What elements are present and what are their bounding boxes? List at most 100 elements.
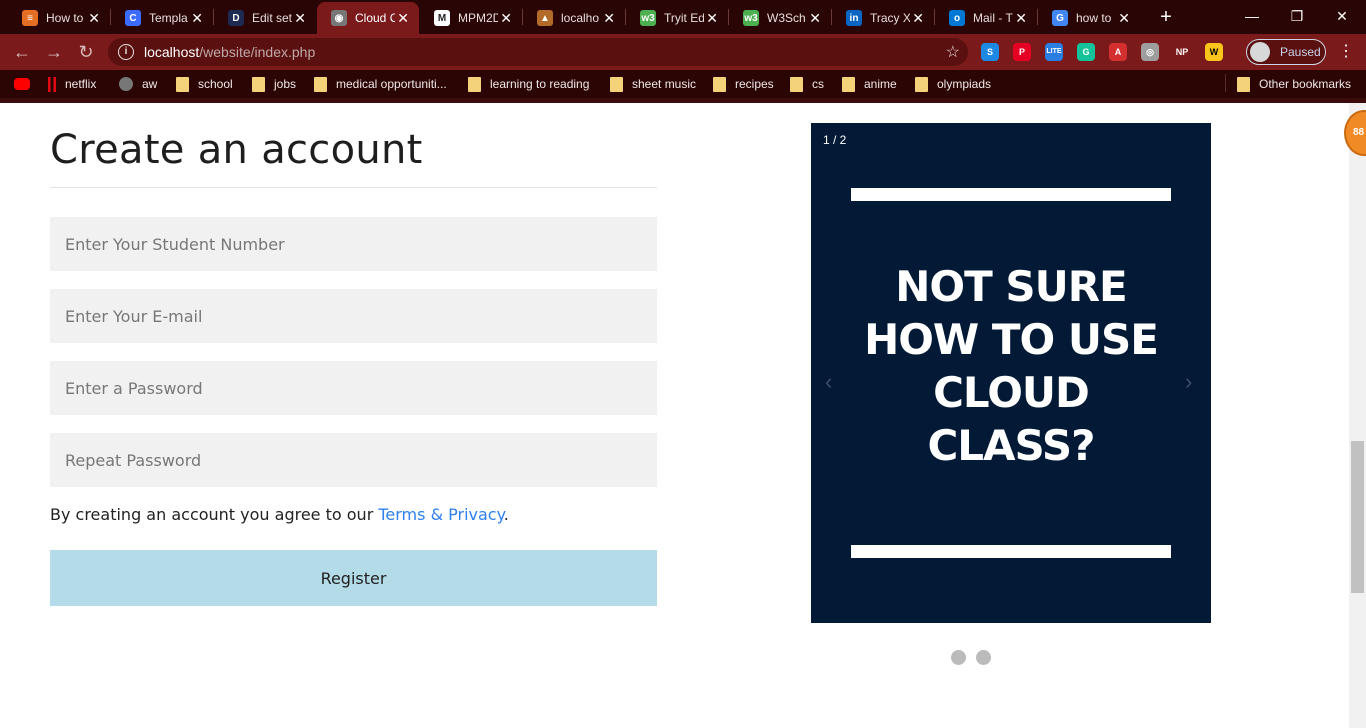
profile-status: Paused bbox=[1280, 45, 1321, 59]
restore-button[interactable]: ❐ bbox=[1285, 4, 1309, 28]
browser-chrome: ≡ How to ✕ C Templa ✕ D Edit set ✕ ◉ Cloud C ✕ M MPM2… bbox=[0, 0, 1366, 103]
browser-menu-icon[interactable]: ⋮ bbox=[1338, 42, 1354, 62]
page-content: Create an account By creating an account… bbox=[0, 103, 1366, 728]
close-tab-icon[interactable]: ✕ bbox=[1015, 10, 1027, 27]
extension-icon[interactable]: LITE bbox=[1045, 43, 1063, 61]
folder-icon bbox=[842, 76, 855, 92]
prev-slide-icon[interactable]: ‹ bbox=[825, 369, 832, 395]
tab-separator bbox=[522, 9, 523, 25]
bookmark-item[interactable]: cs bbox=[790, 76, 824, 92]
close-tab-icon[interactable]: ✕ bbox=[809, 10, 821, 27]
tab-separator bbox=[110, 9, 111, 25]
back-button[interactable]: ← bbox=[10, 40, 34, 64]
close-tab-icon[interactable]: ✕ bbox=[191, 10, 203, 27]
favicon-icon: w3 bbox=[640, 10, 656, 26]
extension-icon[interactable]: S bbox=[981, 43, 999, 61]
close-tab-icon[interactable]: ✕ bbox=[294, 10, 306, 27]
folder-icon bbox=[314, 76, 327, 92]
favicon-icon: o bbox=[949, 10, 965, 26]
slide-dot[interactable] bbox=[976, 650, 991, 665]
tab[interactable]: ◉ Cloud C ✕ bbox=[317, 2, 419, 34]
tab-separator bbox=[934, 9, 935, 25]
scrollbar[interactable] bbox=[1349, 103, 1366, 728]
forward-button[interactable]: → bbox=[42, 40, 66, 64]
tab[interactable]: in Tracy X ✕ bbox=[832, 2, 934, 34]
bookmark-item[interactable]: olympiads bbox=[915, 76, 991, 92]
site-info-icon[interactable]: i bbox=[118, 44, 134, 60]
tab-separator bbox=[625, 9, 626, 25]
scrollbar-thumb[interactable] bbox=[1351, 441, 1364, 593]
extension-icon[interactable]: G bbox=[1077, 43, 1095, 61]
tab[interactable]: M MPM2D ✕ bbox=[420, 2, 522, 34]
bookmark-item[interactable] bbox=[14, 76, 39, 92]
tab[interactable]: w3 Tryit Ed ✕ bbox=[626, 2, 728, 34]
terms-prefix: By creating an account you agree to our bbox=[50, 505, 379, 524]
bookmark-other[interactable]: Other bookmarks bbox=[1237, 76, 1351, 92]
bookmark-divider bbox=[1225, 74, 1226, 92]
extension-icon[interactable]: ◎ bbox=[1141, 43, 1159, 61]
favicon-icon: ≡ bbox=[22, 10, 38, 26]
tab[interactable]: o Mail - T ✕ bbox=[935, 2, 1037, 34]
repeat-password-input[interactable] bbox=[50, 433, 657, 487]
bookmark-star-icon[interactable]: ☆ bbox=[946, 42, 960, 62]
bookmark-item[interactable]: recipes bbox=[713, 76, 774, 92]
page-title: Create an account bbox=[50, 127, 423, 173]
bookmark-item[interactable]: medical opportuniti... bbox=[314, 76, 447, 92]
minimize-button[interactable]: — bbox=[1240, 4, 1264, 28]
close-tab-icon[interactable]: ✕ bbox=[912, 10, 924, 27]
close-tab-icon[interactable]: ✕ bbox=[397, 10, 409, 27]
tab[interactable]: Ghow to ✕ bbox=[1038, 2, 1140, 34]
address-bar[interactable]: i localhost/website/index.php ☆ bbox=[108, 38, 968, 66]
extension-icon[interactable]: A bbox=[1109, 43, 1127, 61]
tab[interactable]: C Templa ✕ bbox=[111, 2, 213, 34]
bookmark-label: aw bbox=[142, 77, 158, 91]
terms-suffix: . bbox=[503, 505, 509, 524]
slide-dot[interactable] bbox=[951, 650, 966, 665]
close-tab-icon[interactable]: ✕ bbox=[603, 10, 615, 27]
reload-button[interactable]: ↻ bbox=[74, 40, 98, 64]
youtube-icon bbox=[14, 78, 30, 90]
tab-title: Tracy X bbox=[870, 11, 910, 25]
folder-icon bbox=[713, 76, 726, 92]
extension-icon[interactable]: NP bbox=[1173, 43, 1191, 61]
tab[interactable]: ▲ localho ✕ bbox=[523, 2, 625, 34]
terms-link[interactable]: Terms & Privacy bbox=[378, 505, 503, 524]
profile-button[interactable]: Paused bbox=[1246, 39, 1326, 65]
bookmark-item[interactable]: anime bbox=[842, 76, 897, 92]
tab[interactable]: w3 W3Sch ✕ bbox=[729, 2, 831, 34]
bookmark-item[interactable]: aw bbox=[119, 76, 157, 92]
slide-bottom-bar bbox=[851, 545, 1171, 558]
headline-line: CLOUD bbox=[933, 368, 1090, 417]
extension-icon[interactable]: P bbox=[1013, 43, 1031, 61]
bookmark-label: school bbox=[198, 77, 233, 91]
tab-title: Templa bbox=[149, 11, 188, 25]
tab-title: localho bbox=[561, 11, 600, 25]
netflix-icon bbox=[48, 76, 56, 92]
new-tab-button[interactable]: + bbox=[1155, 4, 1177, 30]
url-text: localhost/website/index.php bbox=[144, 44, 315, 60]
close-tab-icon[interactable]: ✕ bbox=[706, 10, 718, 27]
bookmark-label: netflix bbox=[65, 77, 97, 91]
tab[interactable]: D Edit set ✕ bbox=[214, 2, 316, 34]
close-tab-icon[interactable]: ✕ bbox=[1118, 10, 1130, 27]
student-number-input[interactable] bbox=[50, 217, 657, 271]
bookmark-item[interactable]: netflix bbox=[48, 76, 96, 92]
tab[interactable]: ≡ How to ✕ bbox=[8, 2, 110, 34]
bookmark-item[interactable]: jobs bbox=[252, 76, 296, 92]
password-input[interactable] bbox=[50, 361, 657, 415]
email-input[interactable] bbox=[50, 289, 657, 343]
close-window-button[interactable]: ✕ bbox=[1330, 4, 1354, 28]
bookmark-item[interactable]: sheet music bbox=[610, 76, 696, 92]
close-tab-icon[interactable]: ✕ bbox=[500, 10, 512, 27]
bookmark-label: Other bookmarks bbox=[1259, 77, 1352, 91]
url-host: localhost bbox=[144, 44, 200, 60]
bookmarks-bar: olympiads anime cs recipes sheet music learni… bbox=[0, 70, 1366, 98]
tab-title: Edit set bbox=[252, 11, 292, 25]
next-slide-icon[interactable]: › bbox=[1185, 369, 1192, 395]
slideshow: 1 / 2 NOT SURE HOW TO USE CLOUD CLASS? ‹… bbox=[811, 123, 1211, 623]
register-button[interactable]: Register bbox=[50, 550, 657, 606]
close-tab-icon[interactable]: ✕ bbox=[88, 10, 100, 27]
extension-icon[interactable]: W bbox=[1205, 43, 1223, 61]
bookmark-item[interactable]: learning to reading bbox=[468, 76, 589, 92]
bookmark-item[interactable]: school bbox=[176, 76, 233, 92]
